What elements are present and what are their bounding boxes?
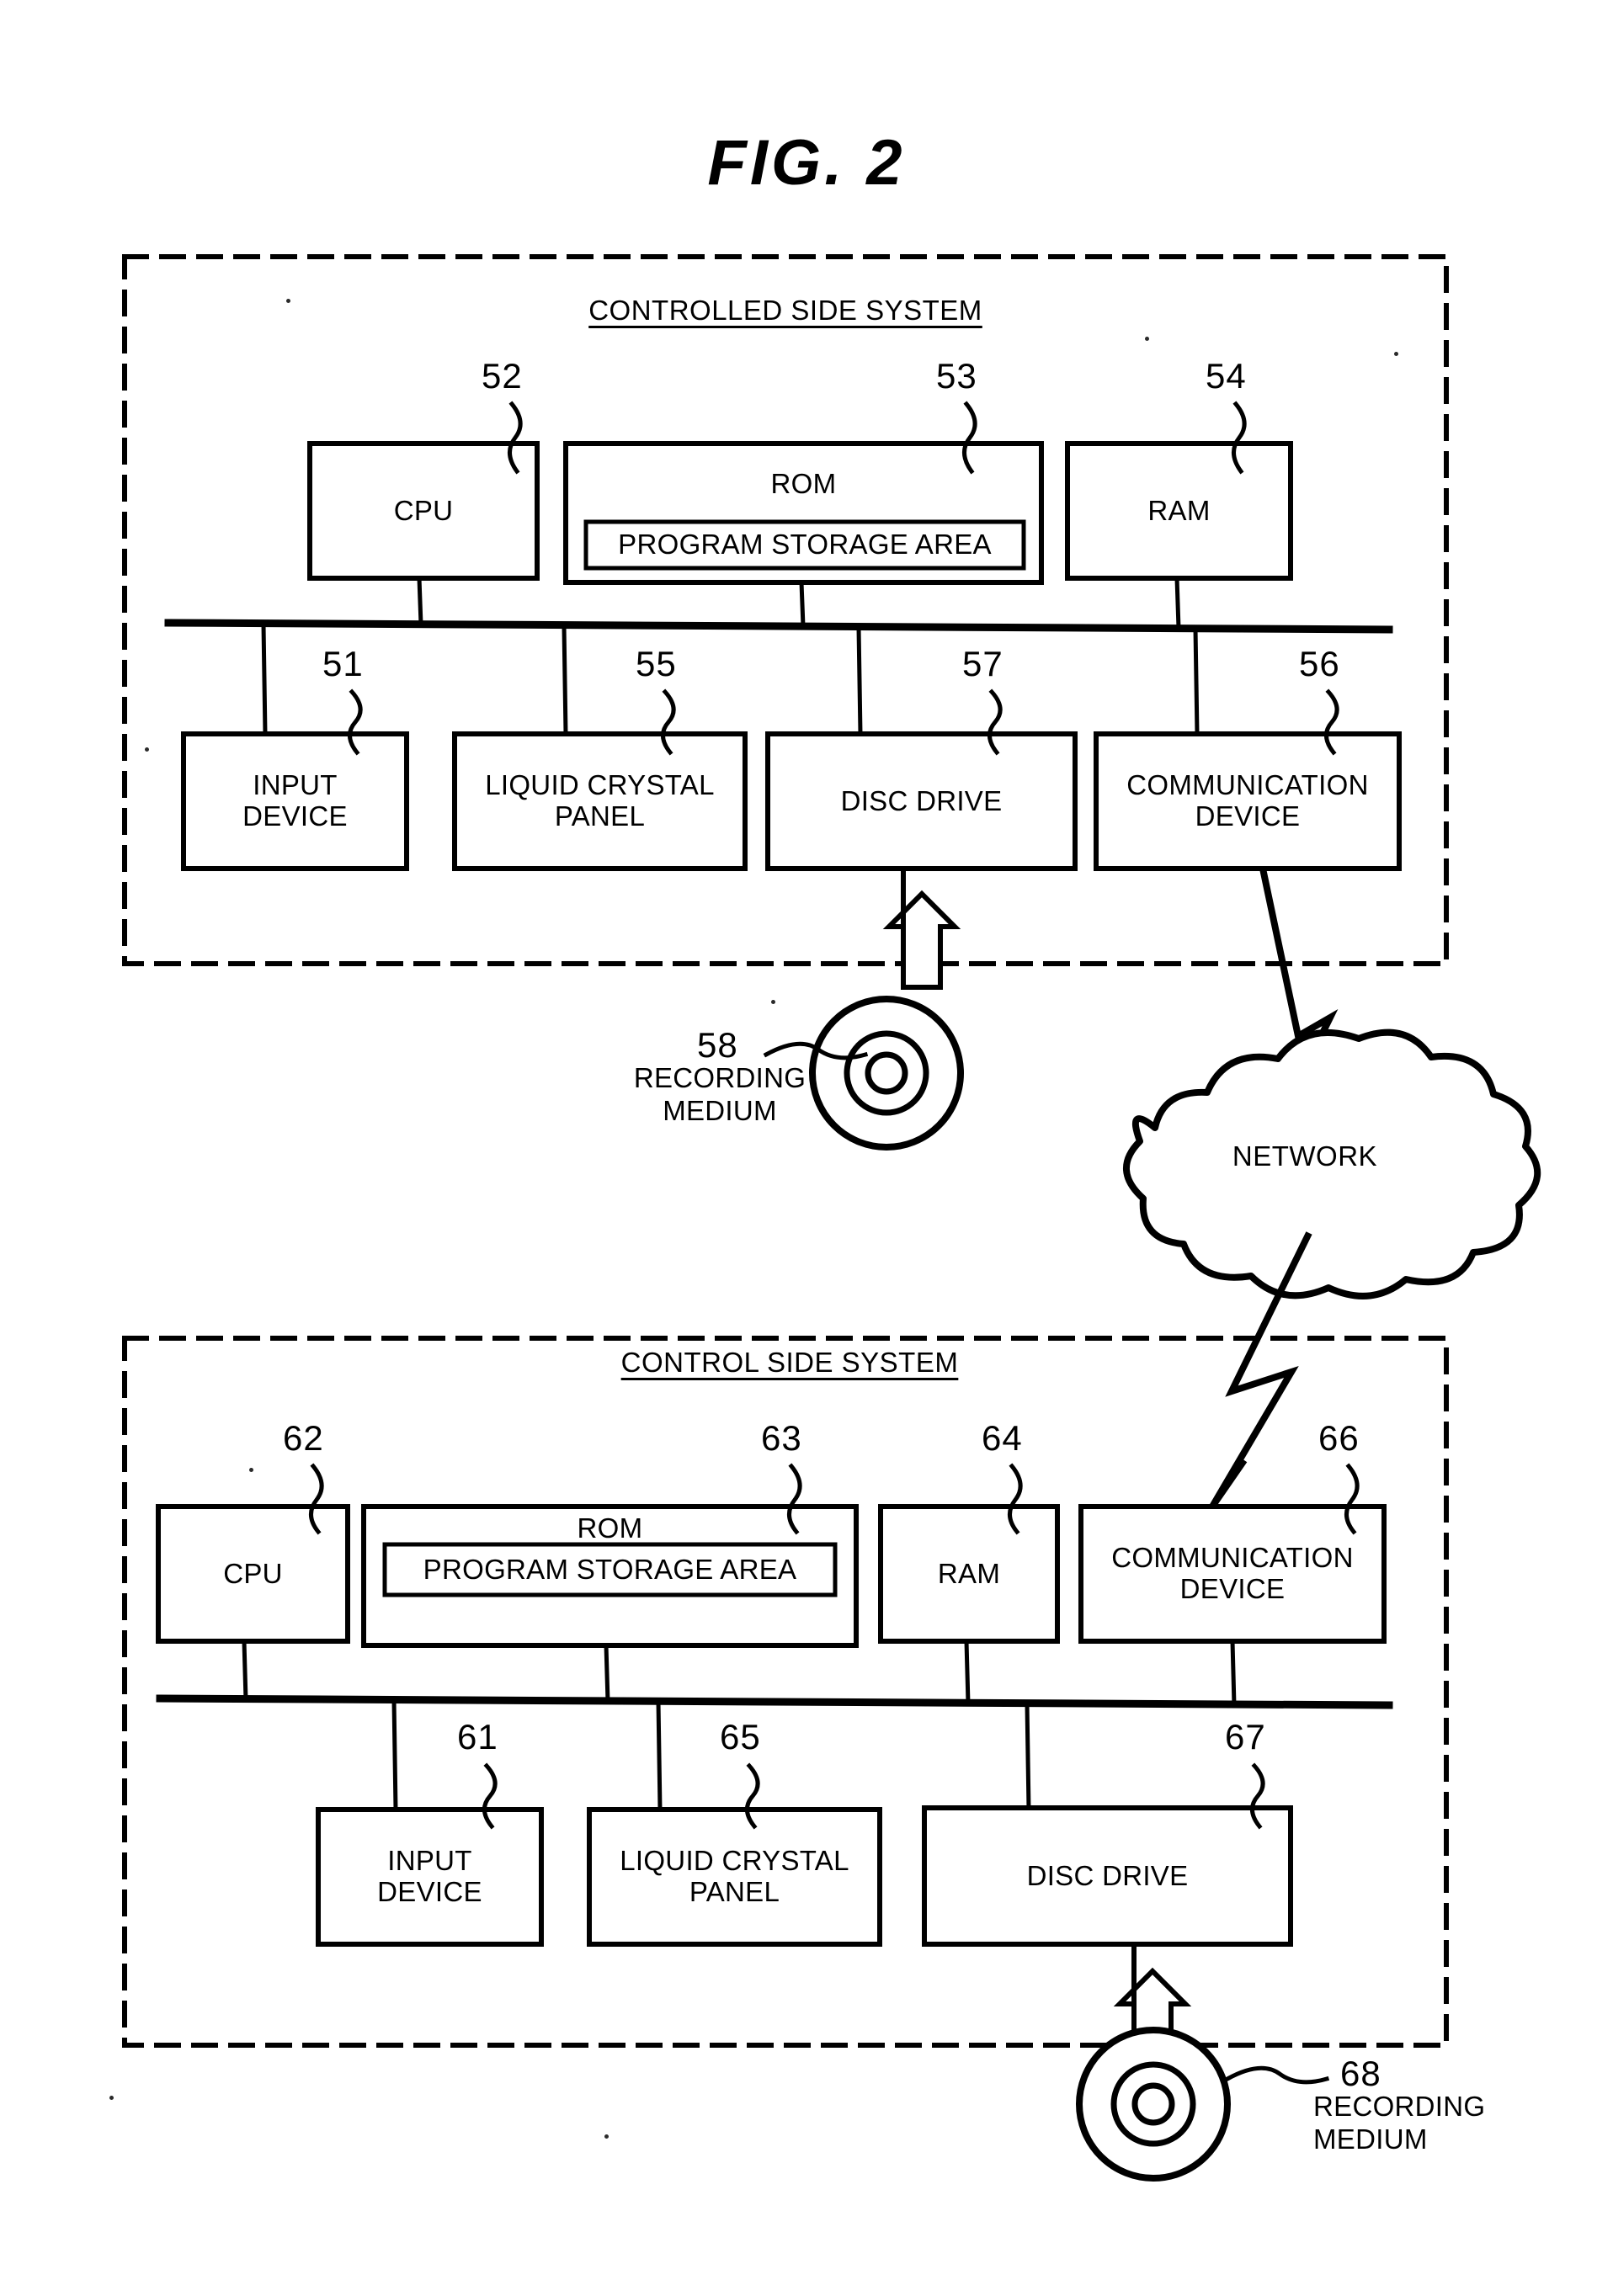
recording-medium-label-58-line1: RECORDING: [633, 1062, 806, 1093]
connector-cpu-upper: [417, 576, 423, 627]
leader-68: [1224, 2065, 1330, 2085]
ref-number-61: 61: [457, 1717, 498, 1757]
disc-drive-box-lower: [922, 1805, 1293, 1947]
cpu-box-upper: [307, 441, 540, 581]
ref-number-52: 52: [482, 356, 523, 396]
recording-medium-disc-58-hub: [865, 1051, 908, 1095]
ref-number-58: 58: [697, 1025, 738, 1065]
recording-medium-label-58: RECORDING MEDIUM: [606, 1062, 833, 1128]
scan-speckle: [1145, 337, 1149, 341]
patent-figure-page: FIG. 2 CONTROLLED SIDE SYSTEM 52 53 54 C…: [0, 0, 1613, 2296]
ref-number-64: 64: [982, 1418, 1023, 1458]
program-storage-area-box-lower: [382, 1542, 838, 1597]
ref-number-63: 63: [761, 1418, 802, 1458]
controlled-side-system-title: CONTROLLED SIDE SYSTEM: [588, 295, 982, 326]
ref-number-68: 68: [1340, 2054, 1381, 2093]
program-storage-area-box-upper: [583, 519, 1026, 571]
ref-number-62: 62: [283, 1418, 324, 1458]
lcd-panel-box-lower: [587, 1807, 882, 1947]
bus-line-lower: [156, 1694, 1393, 1709]
ref-number-57: 57: [962, 644, 1003, 683]
connector-input-device-lower: [391, 1698, 398, 1812]
connector-rom-lower: [604, 1643, 610, 1704]
connector-lcd-panel-lower: [656, 1699, 663, 1812]
connector-communication-device-upper: [1193, 626, 1200, 736]
connector-input-device-upper: [261, 622, 268, 736]
connector-ram-upper: [1174, 576, 1181, 630]
scan-speckle: [249, 1468, 253, 1472]
ram-box-lower: [878, 1504, 1060, 1644]
connector-disc-drive-upper: [856, 625, 863, 736]
communication-device-box-lower: [1078, 1504, 1387, 1644]
lcd-panel-box-upper: [452, 731, 748, 871]
bus-line-upper: [164, 619, 1393, 634]
control-side-system-title: CONTROL SIDE SYSTEM: [620, 1347, 959, 1378]
disc-drive-box-upper: [765, 731, 1078, 871]
scan-speckle: [1394, 352, 1398, 356]
communication-device-box-upper: [1094, 731, 1402, 871]
ref-number-66: 66: [1318, 1418, 1360, 1458]
scan-speckle: [286, 299, 290, 303]
ref-number-65: 65: [720, 1717, 761, 1757]
ref-number-53: 53: [936, 356, 977, 396]
ref-number-67: 67: [1225, 1717, 1266, 1757]
connector-disc-drive-lower: [1025, 1702, 1031, 1812]
scan-speckle: [145, 747, 149, 752]
ref-number-54: 54: [1206, 356, 1247, 396]
recording-medium-label-58-line2: MEDIUM: [663, 1094, 777, 1126]
figure-title: FIG. 2: [707, 127, 906, 199]
scan-speckle: [109, 2096, 114, 2100]
ref-number-51: 51: [322, 644, 364, 683]
connector-cpu-lower: [242, 1639, 248, 1703]
recording-medium-disc-68-hub: [1131, 2082, 1175, 2126]
connector-rom-upper: [799, 580, 806, 629]
network-label: NETWORK: [1232, 1140, 1378, 1172]
disc-insert-arrow-upper: [882, 869, 961, 990]
input-device-box-lower: [316, 1807, 544, 1947]
recording-medium-label-68-line1: RECORDING: [1313, 2091, 1486, 2122]
connector-lcd-panel-upper: [562, 624, 568, 736]
recording-medium-label-68: RECORDING MEDIUM: [1313, 2091, 1549, 2156]
ref-number-56: 56: [1299, 644, 1340, 683]
input-device-box-upper: [181, 731, 409, 871]
ref-number-55: 55: [636, 644, 677, 683]
cpu-box-lower: [156, 1504, 350, 1644]
recording-medium-label-68-line2: MEDIUM: [1313, 2123, 1428, 2155]
scan-speckle: [771, 1000, 775, 1004]
ram-box-upper: [1065, 441, 1293, 581]
scan-speckle: [604, 2134, 609, 2139]
connector-communication-device-lower: [1230, 1639, 1237, 1708]
connector-ram-lower: [964, 1639, 971, 1706]
